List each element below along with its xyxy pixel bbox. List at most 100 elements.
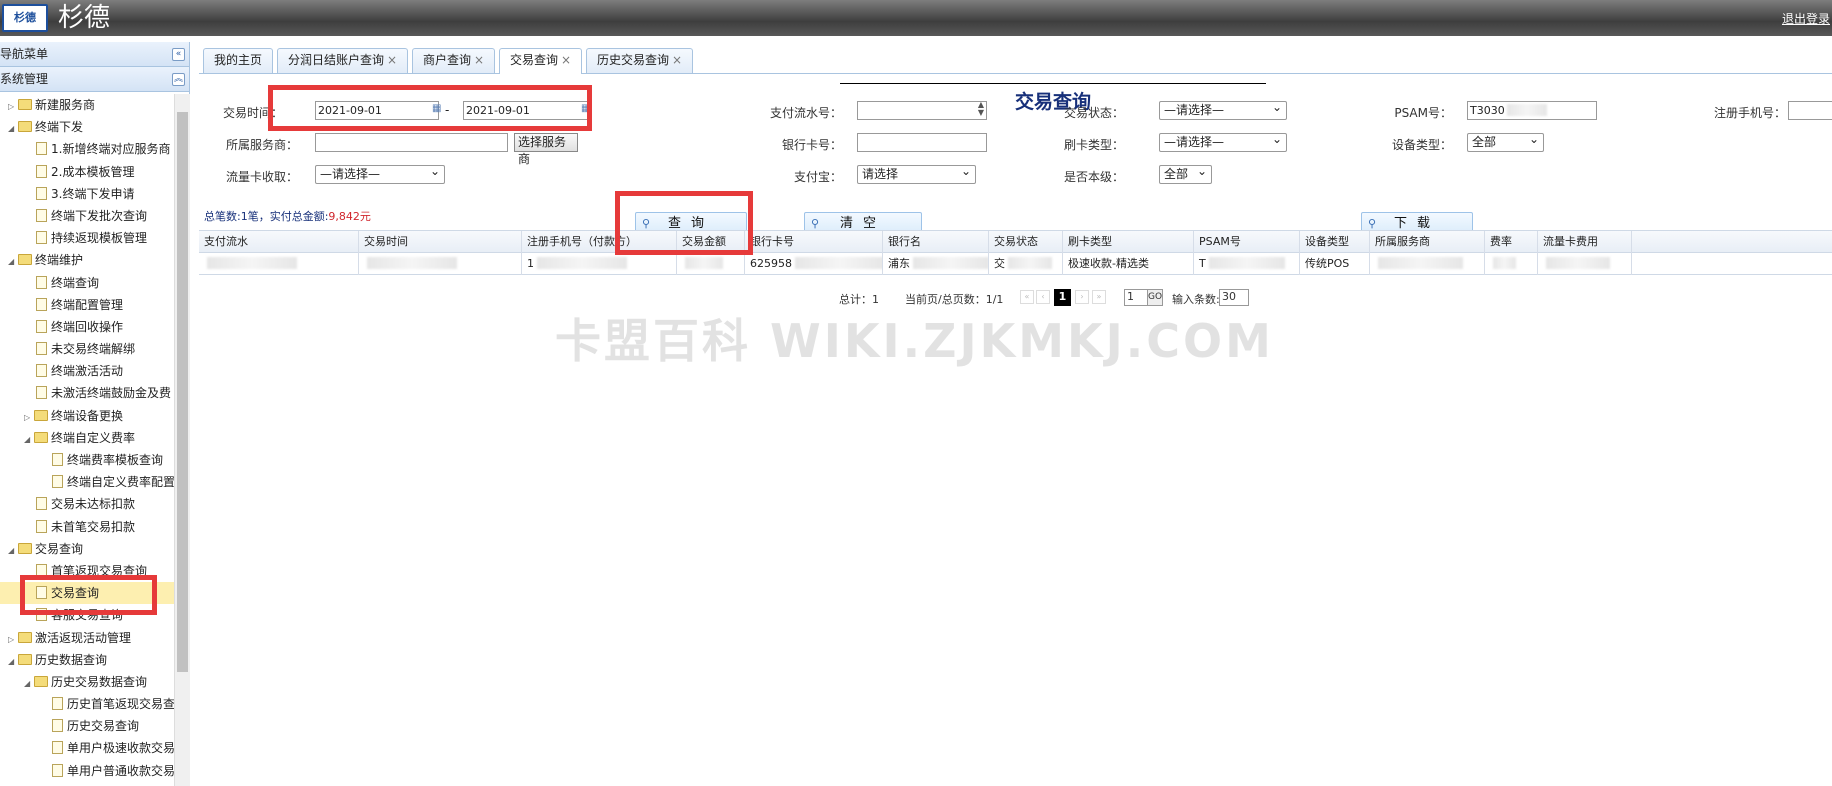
device-type-label: 设备类型：	[1391, 138, 1452, 152]
sidebar-item-label: 未交易终端解绑	[51, 342, 136, 357]
sidebar-item-label: 交易未达标扣款	[51, 497, 136, 512]
card-type-select[interactable]: —请选择—	[1159, 131, 1287, 152]
sidebar-item[interactable]: 未激活终端鼓励金及费	[0, 382, 174, 404]
sidebar-item[interactable]: 终端查询	[0, 272, 174, 294]
column-header[interactable]: 所属服务商	[1370, 231, 1485, 253]
sidebar-item[interactable]: 单用户极速收款交易	[0, 737, 174, 759]
redacted	[207, 257, 297, 269]
expand-arrow-icon[interactable]: ▷	[8, 629, 18, 651]
column-header[interactable]: 流量卡费用	[1538, 231, 1632, 253]
column-header[interactable]: 设备类型	[1300, 231, 1370, 253]
sidebar-item[interactable]: 单用户普通收款交易	[0, 760, 174, 782]
sidebar-item-label: 终端维护	[35, 253, 84, 268]
pager-goto-input[interactable]: 1	[1124, 289, 1148, 306]
close-icon[interactable]: ×	[387, 53, 397, 67]
collapse-arrow-icon[interactable]: ◢	[8, 540, 18, 562]
tab-4[interactable]: 历史交易查询 ×	[586, 48, 694, 73]
spinner-icon[interactable]: ▲ ▼	[978, 101, 984, 117]
expand-arrow-icon[interactable]: ▷	[8, 96, 18, 118]
tab-label: 交易查询	[510, 53, 559, 67]
sidebar-item[interactable]: 终端下发批次查询	[0, 205, 174, 227]
sidebar-item[interactable]: ◢ 终端维护	[0, 249, 174, 271]
collapse-arrow-icon[interactable]: ◢	[8, 118, 18, 140]
column-header[interactable]: 费率	[1485, 231, 1538, 253]
sidebar-item[interactable]: 终端回收操作	[0, 316, 174, 338]
document-icon	[36, 231, 47, 245]
sidebar-item[interactable]: ◢ 历史交易数据查询	[0, 671, 174, 693]
collapse-left-icon[interactable]: «	[172, 48, 185, 61]
trade-status-label: 交易状态：	[1063, 106, 1124, 120]
column-header[interactable]: PSAM号	[1194, 231, 1300, 253]
sidebar-item-label: 终端下发批次查询	[51, 208, 148, 223]
logout-link[interactable]: 退出登录	[1782, 10, 1830, 27]
column-header[interactable]: 银行名	[883, 231, 989, 253]
sidebar-item[interactable]: 1.新增终端对应服务商	[0, 138, 174, 160]
sidebar-item[interactable]: 未首笔交易扣款	[0, 516, 174, 538]
sidebar-item[interactable]: 终端自定义费率配置	[0, 471, 174, 493]
service-provider-input[interactable]	[315, 133, 508, 152]
sidebar-item[interactable]: 交易未达标扣款	[0, 493, 174, 515]
alipay-select[interactable]: 请选择	[857, 163, 976, 184]
sidebar-item-label: 1.新增终端对应服务商	[51, 142, 171, 157]
column-header[interactable]: 交易状态	[989, 231, 1063, 253]
collapse-arrow-icon[interactable]: ◢	[8, 651, 18, 673]
sidebar-item[interactable]: ◢ 历史数据查询	[0, 649, 174, 671]
table-header: 支付流水 交易时间 注册手机号（付款方） 交易金额 银行卡号 银行名 交易状态 刷卡类型 PSA…	[199, 231, 1832, 253]
sidebar-item-label: 终端自定义费率配置	[67, 475, 174, 490]
result-table: 支付流水 交易时间 注册手机号（付款方） 交易金额 银行卡号 银行名 交易状态 刷卡类型 PSA…	[199, 230, 1832, 275]
sidebar-item[interactable]: 终端配置管理	[0, 294, 174, 316]
column-header[interactable]: 银行卡号	[745, 231, 883, 253]
sidebar-item[interactable]: 2.成本模板管理	[0, 161, 174, 183]
collapse-arrow-icon[interactable]: ◢	[24, 429, 34, 451]
tab-2[interactable]: 商户查询 ×	[412, 48, 496, 73]
pager-rows-input[interactable]: 30	[1219, 289, 1249, 306]
sidebar-scrollbar[interactable]	[174, 94, 190, 786]
reg-phone-input[interactable]	[1788, 101, 1832, 120]
flow-card-select[interactable]: —请选择—	[315, 163, 445, 184]
tab-3[interactable]: 交易查询 ×	[499, 48, 583, 74]
table-cell	[359, 253, 522, 275]
document-icon	[36, 519, 47, 533]
collapse-arrow-icon[interactable]: ◢	[24, 673, 34, 695]
sidebar-item[interactable]: 历史首笔返现交易查	[0, 693, 174, 715]
scrollbar-thumb[interactable]	[177, 112, 188, 672]
sidebar-item[interactable]: ◢ 终端下发	[0, 116, 174, 138]
column-header[interactable]: 刷卡类型	[1063, 231, 1194, 253]
sidebar-item[interactable]: ▷ 激活返现活动管理	[0, 627, 174, 649]
tab-1[interactable]: 分润日结账户查询 ×	[277, 48, 409, 73]
sidebar-item[interactable]: ▷ 终端设备更换	[0, 405, 174, 427]
column-header[interactable]: 支付流水	[199, 231, 359, 253]
sidebar-item[interactable]: ◢ 交易查询	[0, 538, 174, 560]
pager-go-button[interactable]: GO	[1147, 289, 1163, 306]
device-type-select[interactable]: 全部	[1467, 131, 1544, 152]
watermark: 卡盟百科 WIKI.ZJKMKJ.COM	[555, 314, 1274, 368]
sidebar-item[interactable]: 未交易终端解绑	[0, 338, 174, 360]
pager-current-page[interactable]: 1	[1054, 289, 1071, 306]
sidebar-item[interactable]: 持续返现模板管理	[0, 227, 174, 249]
sidebar-item[interactable]: 历史交易查询	[0, 715, 174, 737]
expand-arrow-icon[interactable]: ▷	[24, 407, 34, 429]
sidebar-item[interactable]: 终端费率模板查询	[0, 449, 174, 471]
tab-0[interactable]: 我的主页	[203, 48, 274, 73]
close-icon[interactable]: ×	[672, 53, 682, 67]
psam-input[interactable]: T3030	[1467, 101, 1597, 120]
folder-icon	[18, 653, 32, 665]
table-row[interactable]: 1 625958 浦东 交 极速收款-精选类 T 传统POS	[199, 253, 1832, 275]
trade-status-select[interactable]: —请选择—	[1159, 99, 1287, 120]
sidebar-item[interactable]: ▷ 新建服务商	[0, 94, 174, 116]
collapse-arrow-icon[interactable]: ◢	[8, 251, 18, 273]
close-icon[interactable]: ×	[474, 53, 484, 67]
close-icon[interactable]: ×	[561, 53, 571, 67]
collapse-up-icon[interactable]: ︽	[172, 73, 185, 86]
column-header[interactable]: 交易时间	[359, 231, 522, 253]
sidebar-item[interactable]: 终端激活活动	[0, 360, 174, 382]
choose-provider-button[interactable]: 选择服务商	[514, 133, 578, 166]
is-level-select[interactable]: 全部	[1159, 163, 1212, 184]
is-level-label: 是否本级：	[1063, 170, 1124, 184]
sidebar-item-label: 单用户普通收款交易	[67, 763, 174, 778]
pay-serial-input[interactable]: ▲ ▼	[857, 101, 987, 120]
sidebar-item[interactable]: 3.终端下发申请	[0, 183, 174, 205]
sidebar-item[interactable]: ◢ 终端自定义费率	[0, 427, 174, 449]
bank-card-input[interactable]	[857, 133, 987, 152]
system-section-header[interactable]: 系统管理 ︽	[0, 67, 189, 92]
